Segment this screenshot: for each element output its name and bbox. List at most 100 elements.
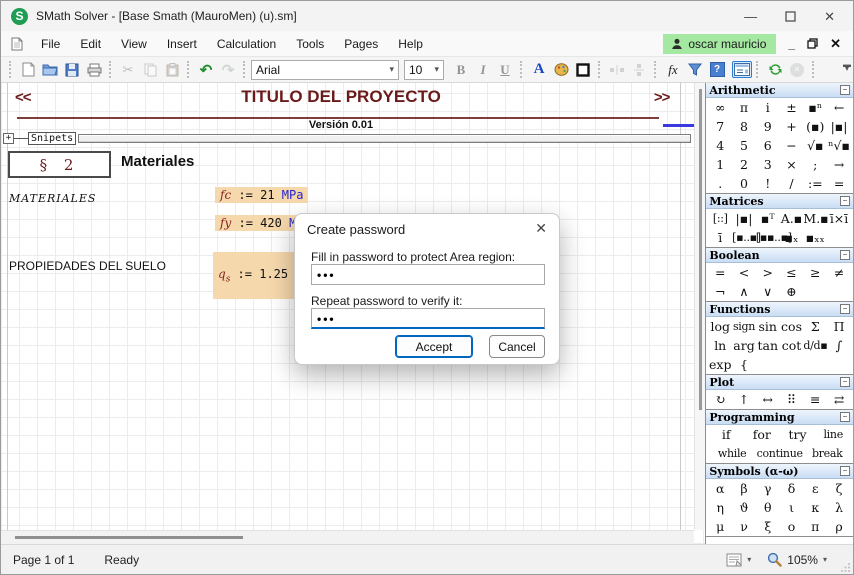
palette-button[interactable]: Π — [827, 319, 851, 334]
palette-button[interactable]: 5 — [732, 138, 756, 153]
palette-button[interactable]: κ — [803, 500, 827, 515]
palette-button[interactable]: ln — [708, 338, 732, 353]
palette-button[interactable]: { — [732, 357, 756, 372]
palette-button[interactable]: ≠ — [827, 265, 851, 280]
page-view-icon[interactable] — [726, 553, 742, 567]
palette-button[interactable]: ι — [780, 500, 804, 515]
palette-button[interactable]: M.▪ — [803, 211, 827, 226]
palette-button[interactable]: ≥ — [803, 265, 827, 280]
horizontal-scrollbar[interactable] — [1, 530, 694, 544]
palette-button[interactable]: tan — [756, 338, 780, 353]
palette-button[interactable]: 3 — [756, 157, 780, 172]
expand-icon[interactable]: + — [3, 133, 14, 144]
version-label[interactable]: Versión 0.01 — [1, 119, 681, 131]
palette-button[interactable]: sign — [732, 320, 756, 333]
palette-button[interactable]: 8 — [732, 119, 756, 134]
menu-view[interactable]: View — [111, 34, 157, 54]
palette-button[interactable]: ↔ — [756, 392, 780, 407]
undo-icon[interactable]: ↶ — [195, 59, 217, 81]
document-icon[interactable] — [11, 37, 23, 51]
palette-button[interactable]: [::] — [708, 212, 732, 225]
collapse-icon[interactable]: − — [840, 196, 850, 206]
palette-button[interactable]: ε — [803, 481, 827, 496]
mdi-restore-button[interactable] — [807, 38, 818, 49]
palette-button[interactable]: ≡ — [803, 392, 827, 407]
menu-help[interactable]: Help — [388, 34, 433, 54]
soil-properties-text[interactable]: PROPIEDADES DEL SUELO — [9, 259, 166, 273]
palette-button[interactable]: arg — [732, 338, 756, 353]
reference-book-icon[interactable]: ? — [706, 59, 728, 81]
chevron-down-icon[interactable]: ▾ — [747, 555, 751, 564]
palette-button[interactable]: 0 — [732, 176, 756, 191]
palette-button[interactable]: > — [756, 265, 780, 280]
palette-button[interactable]: ρ — [827, 519, 851, 534]
open-file-icon[interactable] — [39, 59, 61, 81]
repeat-password-input[interactable]: ••• — [311, 308, 545, 329]
menu-edit[interactable]: Edit — [70, 34, 111, 54]
palette-button[interactable]: / — [780, 176, 804, 191]
side-panels-toggle[interactable] — [732, 61, 752, 78]
palette-button[interactable]: 6 — [756, 138, 780, 153]
palette-button[interactable]: γ — [756, 481, 780, 496]
redo-icon[interactable]: ↷ — [217, 59, 239, 81]
window-maximize-button[interactable] — [785, 11, 796, 22]
dialog-close-icon[interactable]: ✕ — [535, 220, 547, 237]
palette-button[interactable]: |▪| — [732, 211, 756, 226]
palette-button[interactable]: exp — [708, 357, 732, 372]
palette-button[interactable]: cos — [780, 319, 804, 334]
font-size-select[interactable]: 10 ▾ — [404, 60, 444, 80]
palette-button[interactable]: δ — [780, 481, 804, 496]
function-icon[interactable]: fx — [662, 59, 684, 81]
window-minimize-button[interactable]: — — [744, 10, 757, 23]
palette-button[interactable]: ▪ₓₓ — [803, 230, 827, 245]
palette-button[interactable]: → — [827, 157, 851, 172]
palette-button[interactable]: d/d▪ — [803, 339, 827, 352]
collapse-icon[interactable]: − — [840, 466, 850, 476]
palette-button[interactable]: ϑ — [732, 500, 756, 515]
palette-button[interactable]: Σ — [803, 319, 827, 334]
palette-button[interactable]: ∫ — [827, 338, 851, 353]
new-document-icon[interactable] — [17, 59, 39, 81]
palette-button[interactable]: ↻ — [708, 392, 732, 407]
palette-button[interactable]: while — [708, 447, 756, 460]
recalculate-icon[interactable] — [764, 59, 786, 81]
palette-button[interactable]: × — [780, 157, 804, 172]
palette-button[interactable]: line — [815, 428, 851, 441]
window-close-button[interactable]: ✕ — [824, 10, 835, 23]
palette-button[interactable]: = — [708, 265, 732, 280]
palette-button[interactable]: ▪ᵀ — [756, 211, 780, 226]
palette-button[interactable]: ν — [732, 519, 756, 534]
italic-button[interactable]: I — [472, 59, 494, 81]
palette-button[interactable]: if — [708, 427, 744, 442]
palette-button[interactable]: π — [732, 100, 756, 115]
palette-button[interactable]: sin — [756, 319, 780, 334]
palette-button[interactable]: ⇄ — [827, 392, 851, 407]
font-color-icon[interactable]: A — [528, 59, 550, 81]
palette-button[interactable]: try — [780, 427, 816, 442]
vertical-scrollbar[interactable] — [694, 83, 705, 530]
stop-icon[interactable]: ✕ — [786, 59, 808, 81]
palette-button[interactable]: ο — [780, 519, 804, 534]
palette-button[interactable]: |▪| — [827, 119, 851, 134]
palette-button[interactable]: . — [708, 176, 732, 191]
password-input[interactable]: ••• — [311, 264, 545, 285]
cut-icon[interactable]: ✂ — [117, 59, 139, 81]
chevron-down-icon[interactable]: ▾ — [823, 555, 827, 564]
palette-button[interactable]: ⊕ — [780, 284, 804, 299]
palette-button[interactable]: (▪) — [803, 119, 827, 134]
palette-button[interactable]: − — [780, 138, 804, 153]
collapsed-area-bar[interactable] — [78, 134, 691, 143]
palette-button[interactable]: ⁿ√▪ — [827, 138, 851, 153]
materials-text[interactable]: MATERIALES — [9, 192, 96, 205]
palette-button[interactable]: ↑ — [732, 392, 756, 407]
palette-button[interactable]: ≤ — [780, 265, 804, 280]
palette-button[interactable]: ▪ⁿ — [803, 100, 827, 115]
palette-button[interactable]: 2 — [732, 157, 756, 172]
palette-button[interactable]: break — [803, 447, 851, 460]
palette-button[interactable]: + — [780, 119, 804, 134]
collapse-icon[interactable]: − — [840, 85, 850, 95]
horizontal-scrollbar-thumb[interactable] — [15, 536, 243, 539]
save-icon[interactable] — [61, 59, 83, 81]
zoom-level[interactable]: 105% — [787, 553, 818, 567]
palette-button[interactable]: ī×ī — [827, 211, 851, 226]
